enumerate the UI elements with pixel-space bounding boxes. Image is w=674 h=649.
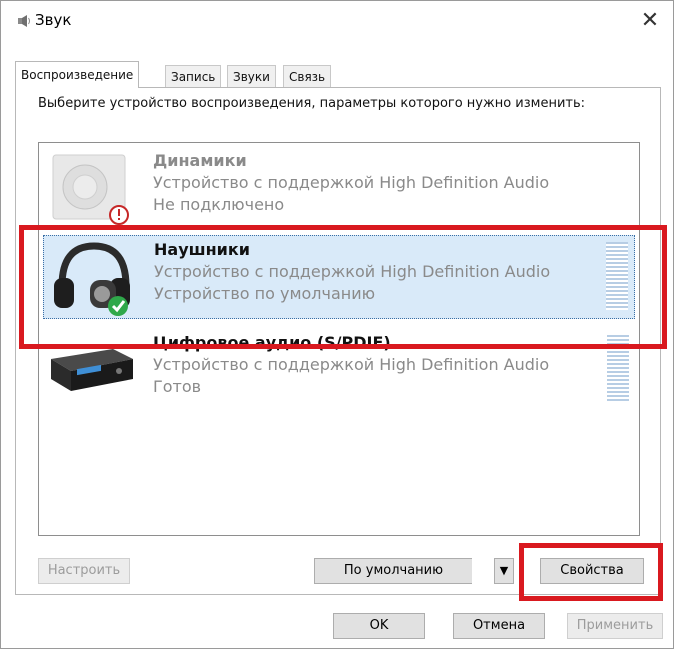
ok-button[interactable]: OK	[333, 613, 425, 639]
device-status: Готов	[153, 377, 202, 396]
sound-dialog: Звук ✕ Воспроизведение Запись Звуки Связ…	[0, 0, 674, 649]
device-digital-audio[interactable]: Цифровое аудио (S/PDIF) Устройство с под…	[43, 329, 635, 413]
tab-sounds[interactable]: Звуки	[227, 65, 276, 87]
device-headphones[interactable]: Наушники Устройство с поддержкой High De…	[43, 235, 635, 319]
device-description: Устройство с поддержкой High Definition …	[154, 262, 551, 281]
device-status: Устройство по умолчанию	[154, 284, 376, 303]
device-description: Устройство с поддержкой High Definition …	[153, 355, 550, 374]
set-default-dropdown[interactable]: ▼	[494, 558, 514, 584]
device-list[interactable]: Динамики Устройство с поддержкой High De…	[38, 142, 640, 536]
apply-button[interactable]: Применить	[567, 613, 663, 639]
close-button[interactable]: ✕	[627, 1, 673, 41]
device-description: Устройство с поддержкой High Definition …	[153, 173, 550, 192]
tab-communications[interactable]: Связь	[283, 65, 332, 87]
volume-level-meter	[607, 335, 629, 403]
tab-playback[interactable]: Воспроизведение	[15, 61, 140, 88]
speakers-icon	[52, 154, 129, 225]
headphones-icon	[54, 242, 130, 316]
speaker-icon	[18, 15, 30, 27]
cancel-button[interactable]: Отмена	[453, 613, 545, 639]
tab-recording[interactable]: Запись	[165, 65, 222, 87]
device-name: Цифровое аудио (S/PDIF)	[153, 333, 391, 352]
configure-button[interactable]: Настроить	[38, 558, 130, 584]
chevron-down-icon: ▼	[499, 564, 509, 577]
device-status: Не подключено	[153, 195, 285, 214]
instruction-text: Выберите устройство воспроизведения, пар…	[38, 96, 586, 111]
set-default-button[interactable]: По умолчанию	[314, 558, 472, 584]
device-name: Динамики	[153, 151, 247, 170]
device-name: Наушники	[154, 240, 250, 259]
playback-panel: Выберите устройство воспроизведения, пар…	[15, 87, 661, 595]
device-speakers[interactable]: Динамики Устройство с поддержкой High De…	[43, 147, 635, 231]
volume-level-meter	[606, 242, 628, 310]
digital-audio-icon	[51, 349, 133, 391]
close-icon: ✕	[640, 8, 660, 33]
title-bar: Звук ✕	[1, 1, 673, 41]
properties-button[interactable]: Свойства	[540, 558, 644, 584]
window-title: Звук	[35, 11, 72, 29]
